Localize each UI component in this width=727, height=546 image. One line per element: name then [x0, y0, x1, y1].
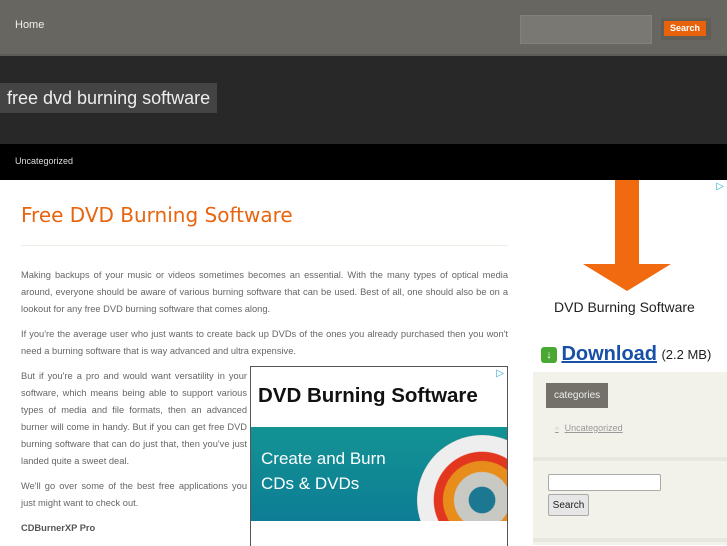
ad-name: DVD Burning Software [554, 299, 695, 315]
inline-ad[interactable]: ▷ DVD Burning Software Create and Burn C… [250, 366, 508, 546]
category-nav: Uncategorized [0, 144, 727, 180]
download-row: ↓ Download (2.2 MB) [541, 343, 711, 366]
divider [533, 538, 727, 542]
download-size: (2.2 MB) [661, 347, 712, 362]
header-search-input[interactable] [520, 15, 652, 44]
post-content: Free DVD Burning Software Making backups… [21, 180, 508, 546]
header-search-button[interactable]: Search [664, 21, 706, 36]
divider [21, 245, 508, 246]
post-title: Free DVD Burning Software [21, 203, 293, 227]
ad-banner: Create and Burn CDs & DVDs [251, 427, 507, 521]
nav-uncategorized[interactable]: Uncategorized [15, 156, 73, 166]
nav-home-link[interactable]: Home [15, 19, 44, 31]
download-icon: ↓ [541, 346, 557, 363]
header-search-button-frame: Search [661, 18, 711, 40]
adchoices-icon[interactable]: ▷ [716, 181, 724, 192]
download-link[interactable]: Download [561, 343, 657, 365]
site-title[interactable]: free dvd burning software [0, 83, 218, 113]
sidebar: ▷ DVD Burning Software ↓ Download (2.2 M… [533, 180, 727, 545]
sidebar-search-input[interactable] [548, 474, 661, 491]
sidebar-search-button[interactable]: Search [548, 494, 589, 516]
ad-title: DVD Burning Software [258, 384, 478, 407]
top-bar: Home Search [0, 0, 727, 56]
category-link[interactable]: Uncategorized [555, 423, 623, 433]
arrow-down-icon [615, 180, 639, 265]
paragraph: If you're the average user who just want… [21, 329, 508, 356]
paragraph: Making backups of your music or videos s… [21, 270, 508, 314]
adchoices-icon[interactable]: ▷ [496, 368, 504, 379]
categories-heading: categories [546, 383, 609, 408]
divider [533, 457, 727, 461]
sidebar-ad[interactable]: ▷ DVD Burning Software ↓ Download (2.2 M… [533, 180, 727, 372]
arrow-head-icon [583, 264, 671, 291]
